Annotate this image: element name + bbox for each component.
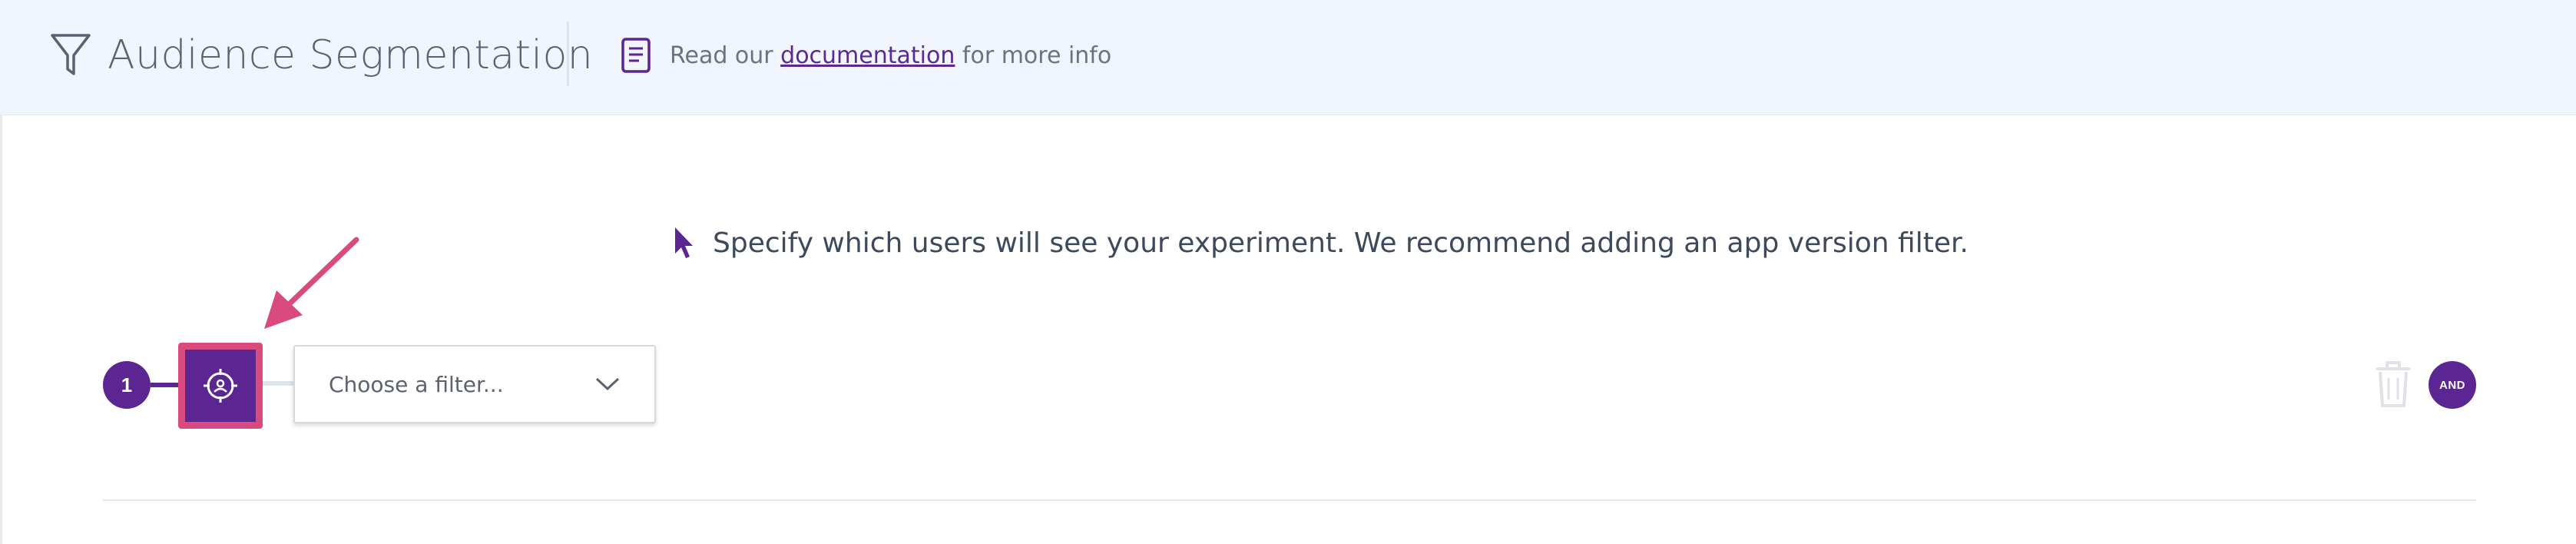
header-bar: Audience Segmentation Read our documenta…: [0, 0, 2576, 115]
step-connector: [151, 383, 181, 387]
left-edge-border: [0, 114, 2, 544]
title-group: Audience Segmentation: [49, 28, 593, 83]
doc-suffix: for more info: [955, 41, 1112, 69]
and-button[interactable]: AND: [2429, 361, 2476, 409]
annotation-arrow-icon: [264, 237, 359, 329]
doc-prefix: Read our: [670, 41, 781, 69]
step-number-badge: 1: [103, 361, 151, 409]
target-filter-button[interactable]: [185, 350, 256, 422]
filter-connector: [263, 381, 293, 386]
header-divider: [567, 22, 569, 86]
instruction-text: Specify which users will see your experi…: [713, 227, 1968, 259]
documentation-link[interactable]: documentation: [780, 42, 955, 69]
chevron-down-icon: [595, 377, 620, 391]
filter-placeholder: Choose a filter...: [329, 371, 504, 397]
row-divider: [103, 499, 2476, 501]
crosshair-target-icon: [204, 369, 237, 403]
page-title: Audience Segmentation: [108, 32, 594, 78]
document-icon: [621, 38, 651, 73]
documentation-text: Read our documentation for more info: [670, 42, 1111, 69]
filter-dropdown[interactable]: Choose a filter...: [293, 345, 656, 423]
pointer-cursor-icon: [675, 227, 693, 258]
instruction-line: Specify which users will see your experi…: [673, 221, 1968, 264]
filter-funnel-icon: [51, 34, 91, 75]
trash-icon[interactable]: [2372, 360, 2415, 409]
documentation-note: Read our documentation for more info: [621, 37, 1111, 74]
